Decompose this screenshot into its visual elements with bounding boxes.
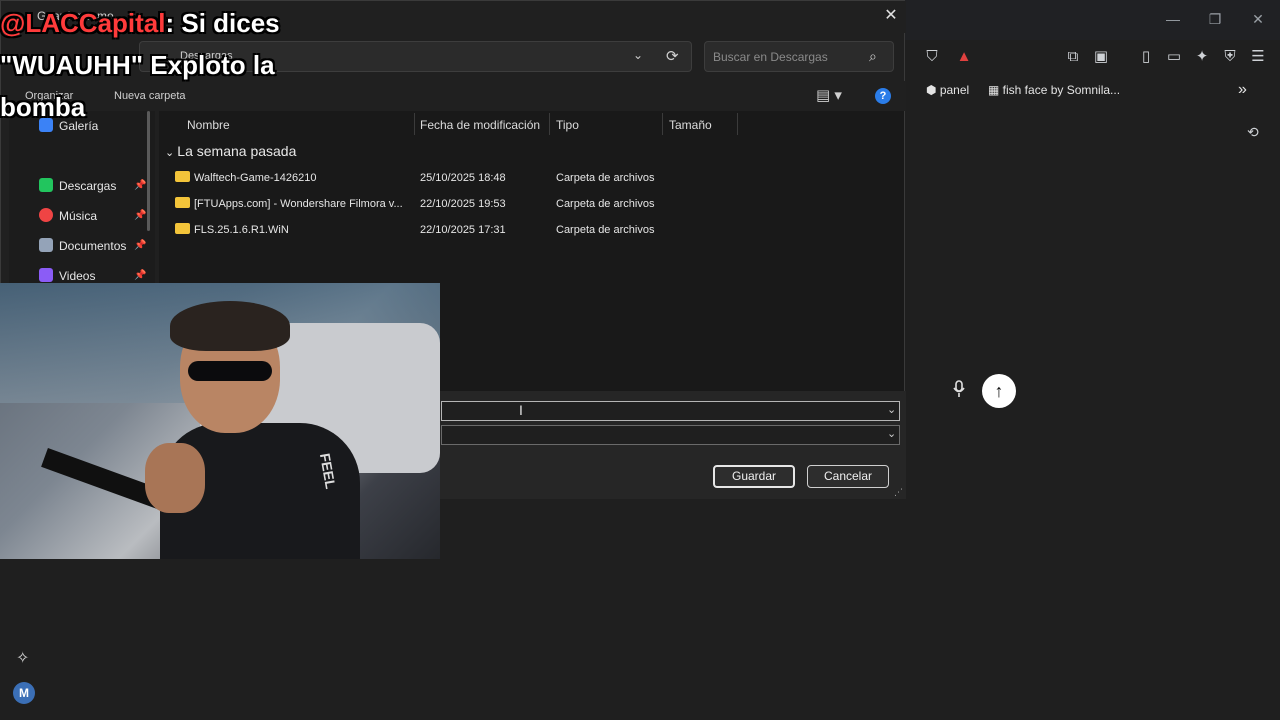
file-type-select[interactable]: ⌄ (441, 425, 900, 445)
webcam-overlay: FEEL (0, 283, 440, 559)
column-divider[interactable] (549, 113, 550, 135)
save-button[interactable]: Guardar (713, 465, 795, 488)
chevron-down-icon[interactable]: ⌄ (887, 403, 896, 416)
close-icon[interactable]: ✕ (879, 5, 903, 27)
nav-item-documents[interactable]: Documentos 📌 (39, 234, 149, 258)
file-name-input[interactable]: I ⌄ (441, 401, 900, 421)
wallet-icon[interactable]: ▭ (1163, 46, 1185, 68)
search-placeholder: Buscar en Descargas (713, 50, 828, 64)
extensions-icon[interactable]: ⧉ (1062, 46, 1084, 68)
leo-ai-icon[interactable]: ✦ (1191, 46, 1213, 68)
column-size[interactable]: Tamaño (669, 115, 712, 135)
table-row[interactable]: Walftech-Game-1426210 25/10/2025 18:48 C… (175, 166, 875, 190)
nav-item-downloads[interactable]: Descargas 📌 (39, 174, 149, 198)
download-icon (39, 178, 53, 192)
table-row[interactable]: FLS.25.1.6.R1.WiN 22/10/2025 17:31 Carpe… (175, 218, 875, 242)
brave-shield-icon[interactable]: ⛉ (921, 46, 943, 68)
resize-grip-icon[interactable]: ⋰ (894, 487, 903, 498)
refresh-icon[interactable]: ⟳ (666, 47, 679, 65)
folder-icon (175, 197, 190, 208)
pin-icon: 📌 (134, 180, 147, 191)
microphone-icon[interactable] (948, 380, 970, 402)
file-date: 22/10/2025 19:53 (420, 198, 506, 210)
webcam-person-hand (145, 443, 205, 513)
file-type: Carpeta de archivos (556, 172, 655, 184)
column-date[interactable]: Fecha de modificación (420, 115, 540, 135)
folder-icon (175, 223, 190, 234)
file-date: 25/10/2025 18:48 (420, 172, 506, 184)
chevron-down-icon: ⌄ (165, 147, 178, 159)
webcam-person-hair (170, 301, 290, 351)
folder-icon (175, 171, 190, 182)
music-icon (39, 208, 53, 222)
column-type[interactable]: Tipo (556, 115, 579, 135)
table-row[interactable]: [FTUApps.com] - Wondershare Filmora v...… (175, 192, 875, 216)
refresh-chat-icon[interactable]: ⟲ (1247, 124, 1259, 141)
column-divider[interactable] (737, 113, 738, 135)
send-button[interactable]: ↑ (982, 374, 1016, 408)
text-cursor-icon: I (519, 402, 523, 418)
minimize-icon[interactable]: — (1158, 8, 1188, 30)
chevron-down-icon[interactable]: ⌄ (633, 48, 643, 62)
pin-icon: 📌 (134, 210, 147, 221)
view-options-icon[interactable]: ▤ ▾ (816, 86, 842, 104)
more-bookmarks-icon[interactable]: » (1238, 80, 1247, 100)
pin-icon: 📌 (134, 240, 147, 251)
bookmark-fish-face[interactable]: ▦ fish face by Somnila... (988, 80, 1120, 100)
file-date: 22/10/2025 17:31 (420, 224, 506, 236)
restore-icon[interactable]: ❐ (1200, 8, 1230, 30)
avatar[interactable]: M (13, 682, 35, 704)
sparkle-icon[interactable]: ✧ (16, 648, 29, 668)
search-icon: ⌕ (869, 48, 877, 64)
menu-icon[interactable]: ☰ (1247, 46, 1269, 68)
webcam-sunglasses (188, 361, 272, 381)
caption-username: @LACCapital (0, 8, 166, 38)
column-divider[interactable] (414, 113, 415, 135)
column-divider[interactable] (662, 113, 663, 135)
nav-scrollbar[interactable] (147, 111, 150, 231)
search-input[interactable]: Buscar en Descargas ⌕ (704, 41, 894, 72)
stream-caption: @LACCapital: Si dices "WUAUHH" Exploto l… (0, 2, 360, 128)
group-header[interactable]: ⌄ La semana pasada (165, 143, 296, 159)
vpn-icon[interactable]: ⛨ (1219, 46, 1241, 68)
bookmark-panel[interactable]: ⬢ panel (926, 80, 969, 100)
nav-item-music[interactable]: Música 📌 (39, 204, 149, 228)
chevron-down-icon: ⌄ (887, 428, 897, 440)
file-type: Carpeta de archivos (556, 224, 655, 236)
videos-icon (39, 268, 53, 282)
documents-icon (39, 238, 53, 252)
file-type: Carpeta de archivos (556, 198, 655, 210)
help-icon[interactable]: ? (875, 88, 891, 104)
brave-rewards-icon[interactable]: ▲ (953, 46, 975, 68)
reader-icon[interactable]: ▣ (1090, 46, 1112, 68)
sidebar-icon[interactable]: ▯ (1135, 46, 1157, 68)
cancel-button[interactable]: Cancelar (807, 465, 889, 488)
window-close-icon[interactable]: ✕ (1243, 8, 1273, 30)
bookmark-icon: ⬢ (926, 83, 940, 97)
bookmark-icon: ▦ (988, 83, 1003, 97)
